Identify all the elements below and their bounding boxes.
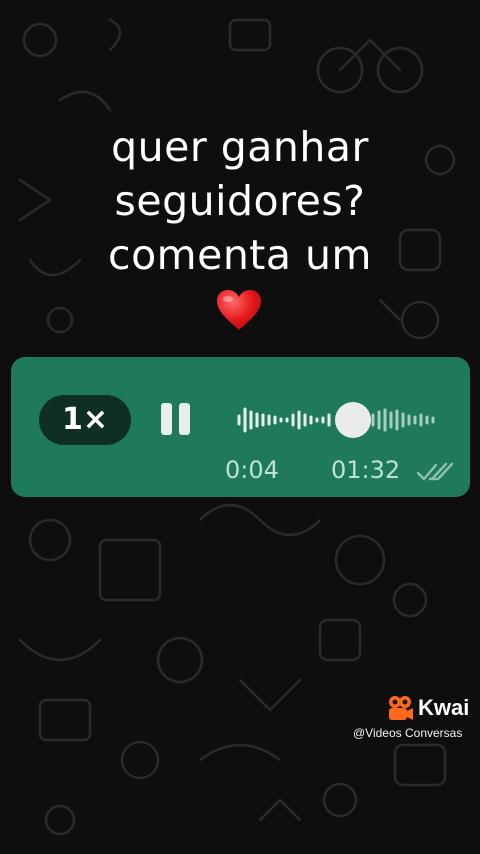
caption-text: quer ganhar seguidores? comenta um	[0, 120, 480, 282]
pause-icon-left-bar	[161, 403, 172, 435]
waveform-scrubber-handle	[335, 402, 371, 438]
kwai-user-handle: @Videos Conversas	[353, 726, 463, 740]
total-duration: 01:32	[331, 456, 401, 484]
audio-waveform[interactable]	[235, 395, 439, 445]
kwai-brand-text: Kwai	[418, 695, 470, 720]
kwai-logo-icon	[389, 696, 413, 720]
pause-icon-right-bar	[179, 403, 190, 435]
kwai-watermark: Kwai	[386, 692, 469, 724]
pause-button[interactable]	[155, 401, 199, 439]
voice-message-bubble[interactable]: 1× 0:04 01:32	[11, 357, 470, 497]
caption-line-3: comenta um	[108, 231, 372, 279]
heart-emoji-icon	[217, 290, 261, 330]
elapsed-time: 0:04	[225, 456, 279, 484]
caption-line-1: quer ganhar	[111, 123, 369, 171]
caption-line-2: seguidores?	[114, 177, 366, 225]
double-check-icon	[416, 462, 454, 481]
playback-speed-button[interactable]: 1×	[39, 395, 131, 445]
